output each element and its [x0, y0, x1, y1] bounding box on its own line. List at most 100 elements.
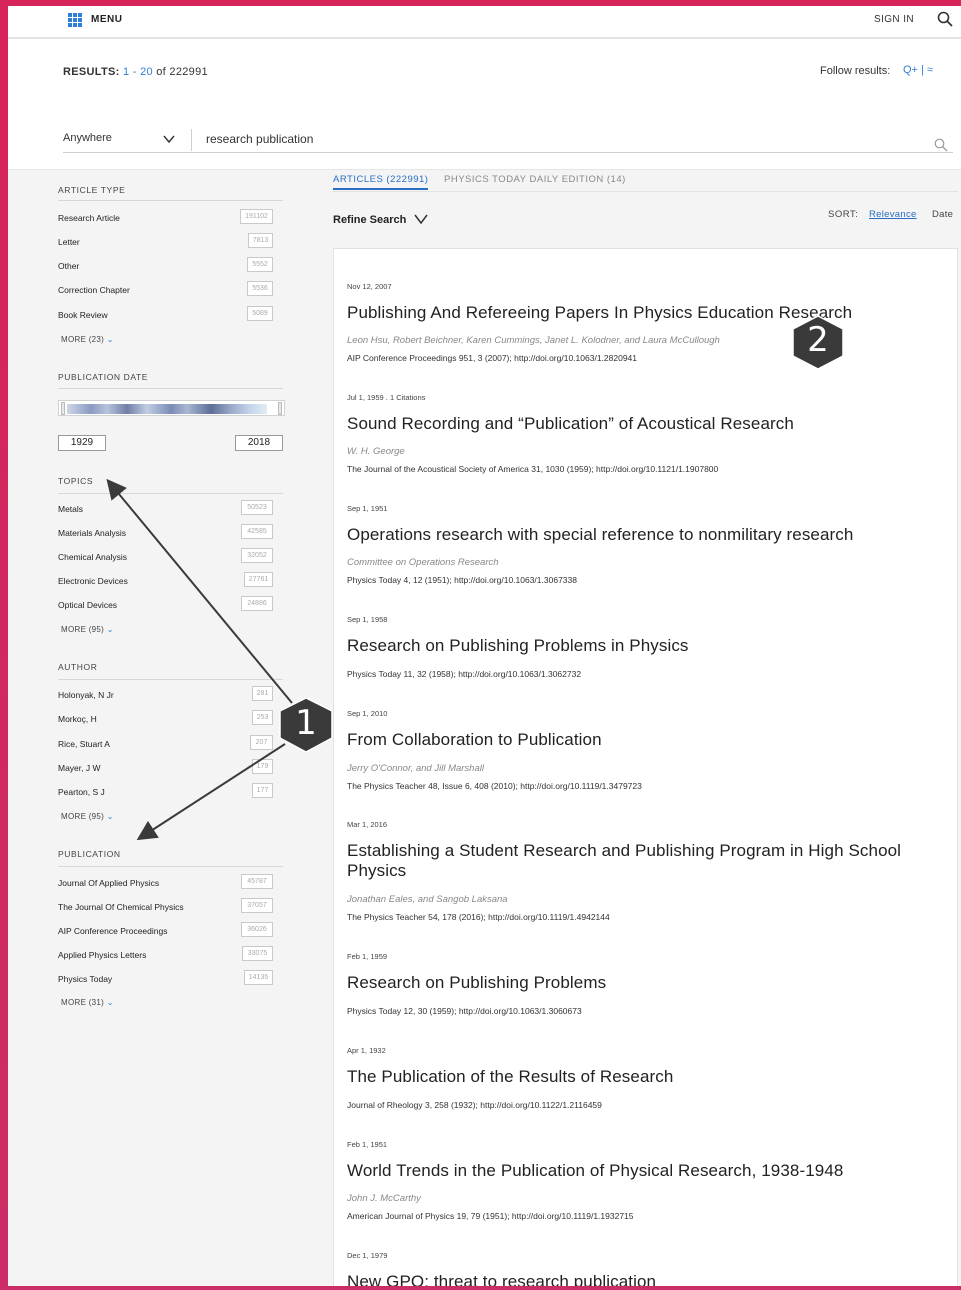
facet-item[interactable]: AIP Conference Proceedings	[58, 926, 167, 936]
refine-search-button[interactable]: Refine Search	[333, 214, 406, 226]
facet-item[interactable]: The Journal Of Chemical Physics	[58, 902, 184, 912]
result-date: Feb 1, 1951	[347, 1140, 388, 1149]
date-range-slider[interactable]	[58, 400, 285, 416]
facet-divider	[58, 679, 283, 680]
slider-handle-end[interactable]	[278, 402, 282, 415]
result-authors[interactable]: Jonathan Eales, and Sangob Laksana	[347, 894, 508, 905]
page: MENU SIGN IN RESULTS: 1 - 20 of 222991 F…	[8, 6, 961, 1286]
top-bar: MENU SIGN IN	[8, 6, 961, 39]
search-input[interactable]: research publication	[206, 132, 313, 146]
tab-physics-today[interactable]: PHYSICS TODAY DAILY EDITION (14)	[444, 174, 626, 185]
result-date: Nov 12, 2007	[347, 282, 392, 291]
facet-more-publication[interactable]: MORE (31) ⌄	[61, 998, 114, 1007]
facet-item[interactable]: Morkoç, H	[58, 714, 97, 724]
result-authors[interactable]: John J. McCarthy	[347, 1193, 421, 1204]
facet-item[interactable]: Optical Devices	[58, 600, 117, 610]
result-citation: Physics Today 4, 12 (1951); http://doi.o…	[347, 575, 577, 585]
facet-item[interactable]: Materials Analysis	[58, 528, 126, 538]
result-title[interactable]: Publishing And Refereeing Papers In Phys…	[347, 303, 937, 323]
facet-item[interactable]: Holonyak, N Jr	[58, 690, 114, 700]
facet-item[interactable]: Journal Of Applied Physics	[58, 878, 159, 888]
search-scope-select[interactable]: Anywhere	[63, 132, 112, 144]
results-summary: RESULTS: 1 - 20 of 222991	[63, 66, 208, 78]
facet-item[interactable]: Applied Physics Letters	[58, 950, 146, 960]
result-date: Jul 1, 1959 . 1 Citations	[347, 393, 426, 402]
result-title[interactable]: From Collaboration to Publication	[347, 730, 937, 750]
facet-count: 32052	[241, 548, 273, 563]
chevron-down-icon: ⌄	[106, 998, 114, 1007]
result-title[interactable]: Operations research with special referen…	[347, 525, 937, 545]
facet-count: 27761	[244, 572, 273, 587]
facet-title-publication-date: PUBLICATION DATE	[58, 372, 149, 382]
facet-divider	[58, 200, 283, 201]
search-icon[interactable]	[934, 138, 948, 152]
result-authors[interactable]: W. H. George	[347, 446, 405, 457]
date-to-input[interactable]: 2018	[235, 435, 283, 451]
result-title[interactable]: Establishing a Student Research and Publ…	[347, 841, 937, 881]
facet-more-topics[interactable]: MORE (95) ⌄	[61, 625, 114, 634]
tab-articles[interactable]: ARTICLES (222991)	[333, 174, 429, 190]
facet-item[interactable]: Rice, Stuart A	[58, 739, 110, 749]
facet-item[interactable]: Chemical Analysis	[58, 552, 127, 562]
menu-button[interactable]: MENU	[91, 14, 122, 25]
facet-item[interactable]: Correction Chapter	[58, 285, 130, 295]
result-authors[interactable]: Jerry O'Connor, and Jill Marshall	[347, 763, 484, 774]
results-total: 222991	[169, 66, 208, 78]
date-from-input[interactable]: 1929	[58, 435, 106, 451]
facet-more-label: MORE (95)	[61, 812, 105, 821]
sort-relevance[interactable]: Relevance	[869, 209, 917, 220]
result-date: Sep 1, 1958	[347, 615, 388, 624]
result-citation: AIP Conference Proceedings 951, 3 (2007)…	[347, 353, 637, 363]
facet-count: 42585	[241, 524, 273, 539]
result-authors[interactable]: Leon Hsu, Robert Beichner, Karen Cumming…	[347, 335, 720, 346]
sort-date[interactable]: Date	[932, 209, 953, 220]
result-citation: The Journal of the Acoustical Society of…	[347, 464, 719, 474]
grid-icon[interactable]	[68, 13, 82, 27]
facet-more-article-type[interactable]: MORE (23) ⌄	[61, 335, 114, 344]
facet-item[interactable]: Letter	[58, 237, 80, 247]
follow-results-icons[interactable]: Q+ | ≈	[903, 64, 933, 76]
search-icon[interactable]	[937, 11, 953, 27]
facet-item[interactable]: Mayer, J W	[58, 763, 101, 773]
chevron-down-icon[interactable]	[414, 213, 428, 225]
chevron-down-icon: ⌄	[106, 812, 114, 821]
facet-count: 14135	[244, 970, 273, 985]
result-date: Mar 1, 2016	[347, 820, 388, 829]
result-title[interactable]: Sound Recording and “Publication” of Aco…	[347, 414, 937, 434]
result-date: Sep 1, 1951	[347, 504, 388, 513]
result-title[interactable]: World Trends in the Publication of Physi…	[347, 1161, 937, 1181]
chevron-down-icon: ⌄	[106, 335, 114, 344]
facet-more-author[interactable]: MORE (95) ⌄	[61, 812, 114, 821]
facet-item[interactable]: Other	[58, 261, 79, 271]
facet-count: 36026	[241, 922, 273, 937]
result-date: Apr 1, 1932	[347, 1046, 386, 1055]
facet-count: 50523	[241, 500, 273, 515]
facet-item[interactable]: Electronic Devices	[58, 576, 128, 586]
facet-item[interactable]: Research Article	[58, 213, 120, 223]
result-title[interactable]: Research on Publishing Problems	[347, 973, 937, 993]
facet-count: 5552	[247, 257, 273, 272]
facet-item[interactable]: Book Review	[58, 310, 108, 320]
result-citation: Journal of Rheology 3, 258 (1932); http:…	[347, 1100, 602, 1110]
facet-item[interactable]: Physics Today	[58, 974, 112, 984]
facet-count: 207	[250, 735, 273, 750]
tab-divider	[333, 191, 958, 192]
result-title[interactable]: New GPO: threat to research publication	[347, 1272, 937, 1286]
result-citation: American Journal of Physics 19, 79 (1951…	[347, 1211, 634, 1221]
range-end: 20	[140, 66, 153, 78]
facet-count: 179	[252, 759, 273, 774]
result-title[interactable]: The Publication of the Results of Resear…	[347, 1067, 937, 1087]
result-title[interactable]: Research on Publishing Problems in Physi…	[347, 636, 937, 656]
facet-count: 191102	[240, 209, 273, 224]
facet-item[interactable]: Pearton, S J	[58, 787, 105, 797]
range-separator: -	[129, 66, 141, 78]
sign-in-link[interactable]: SIGN IN	[874, 14, 914, 25]
slider-handle-start[interactable]	[61, 402, 65, 415]
facet-sidebar	[8, 170, 308, 1286]
result-authors[interactable]: Committee on Operations Research	[347, 557, 499, 568]
facet-item[interactable]: Metals	[58, 504, 83, 514]
annotation-label-1: 1	[295, 703, 317, 743]
facet-count: 177	[252, 783, 273, 798]
result-citation: Physics Today 12, 30 (1959); http://doi.…	[347, 1006, 582, 1016]
chevron-down-icon[interactable]	[163, 133, 175, 145]
